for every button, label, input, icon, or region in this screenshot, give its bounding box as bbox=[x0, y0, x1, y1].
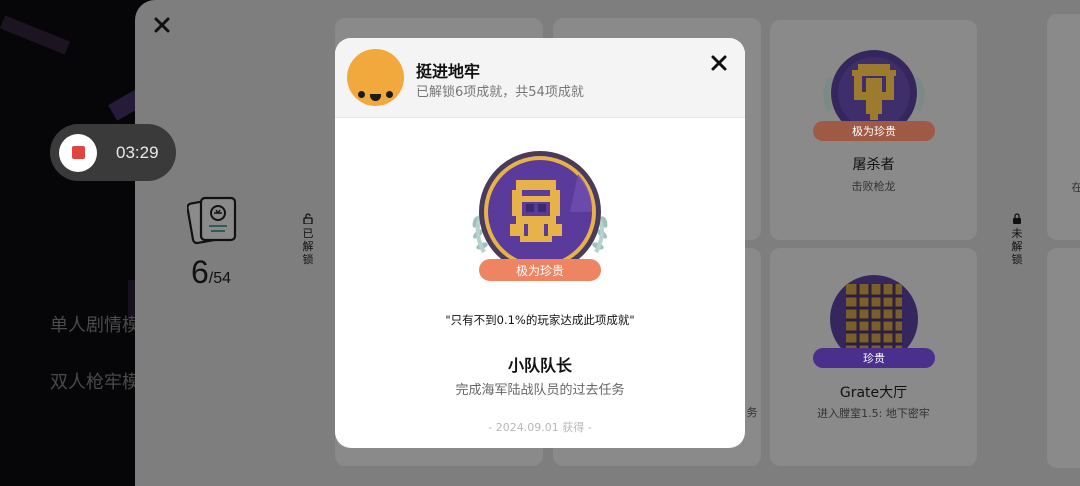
record-timer: 03:29 bbox=[116, 142, 159, 162]
achievement-progress: 已解锁6项成就，共54项成就 bbox=[416, 85, 584, 100]
unlocked-label: 已解锁 bbox=[302, 227, 314, 266]
locked-label: 未解锁 bbox=[1011, 227, 1023, 266]
partial-card-text: 务 bbox=[746, 406, 758, 419]
modal-header: 挺进地牢 已解锁6项成就，共54项成就 bbox=[335, 38, 745, 118]
achievement-card-locked[interactable]: 在 bbox=[1047, 14, 1080, 240]
achievement-name: 屠杀者 bbox=[852, 157, 895, 173]
achievement-count: 6/54 bbox=[191, 254, 231, 291]
unlocked-section-tab[interactable]: 已解锁 bbox=[300, 213, 316, 266]
achievement-name: Grate大厅 bbox=[839, 385, 908, 401]
total-count: /54 bbox=[208, 270, 232, 287]
game-title: 挺进地牢 bbox=[416, 62, 481, 81]
unlock-icon bbox=[303, 213, 313, 224]
achievement-detail-modal: 挺进地牢 已解锁6项成就，共54项成就 极为珍贵 "只有不到0.1%的玩家达成此… bbox=[335, 38, 745, 448]
achievement-description: 击败枪龙 bbox=[851, 180, 896, 193]
unlocked-count: 6 bbox=[191, 254, 209, 290]
achievement-description: 完成海军陆战队员的过去任务 bbox=[455, 383, 625, 398]
avatar-eye bbox=[386, 91, 393, 98]
close-icon[interactable] bbox=[710, 54, 728, 72]
achievement-cards-icon bbox=[187, 196, 237, 245]
achievement-card-slayer[interactable]: 极为珍贵 屠杀者 击败枪龙 bbox=[770, 20, 977, 240]
locked-section-tab[interactable]: 未解锁 bbox=[1009, 213, 1025, 266]
rarity-label: 极为珍贵 bbox=[515, 263, 564, 278]
partial-card-text: 在 bbox=[1071, 181, 1080, 194]
achievement-description: 进入膛室1.5: 地下密牢 bbox=[817, 407, 930, 420]
close-icon[interactable] bbox=[151, 14, 173, 36]
background-decoration bbox=[0, 15, 71, 55]
screen-record-pill[interactable]: 03:29 bbox=[50, 124, 176, 181]
rarity-tag-rare: 珍贵 bbox=[813, 348, 935, 368]
rarity-tag-very-rare: 极为珍贵 bbox=[479, 259, 601, 281]
menu-item-coop-mode[interactable]: 双人枪牢模 bbox=[50, 368, 140, 394]
achievement-card-locked[interactable] bbox=[1047, 248, 1080, 468]
achievement-card-grate-hall[interactable]: 珍贵 Grate大厅 进入膛室1.5: 地下密牢 bbox=[770, 248, 977, 466]
avatar-eye bbox=[358, 91, 365, 98]
stop-record-icon bbox=[71, 146, 85, 159]
lock-icon bbox=[1013, 213, 1021, 224]
unlock-date: - 2024.09.01 获得 - bbox=[488, 421, 592, 434]
rarity-quote: "只有不到0.1%的玩家达成此项成就" bbox=[445, 313, 635, 327]
menu-item-single-story[interactable]: 单人剧情模 bbox=[50, 311, 140, 337]
avatar-mouth bbox=[370, 94, 381, 101]
rarity-tag-very-rare: 极为珍贵 bbox=[813, 121, 935, 141]
achievement-name: 小队队长 bbox=[507, 356, 572, 375]
game-avatar bbox=[347, 49, 404, 106]
stop-record-button[interactable] bbox=[59, 133, 97, 172]
